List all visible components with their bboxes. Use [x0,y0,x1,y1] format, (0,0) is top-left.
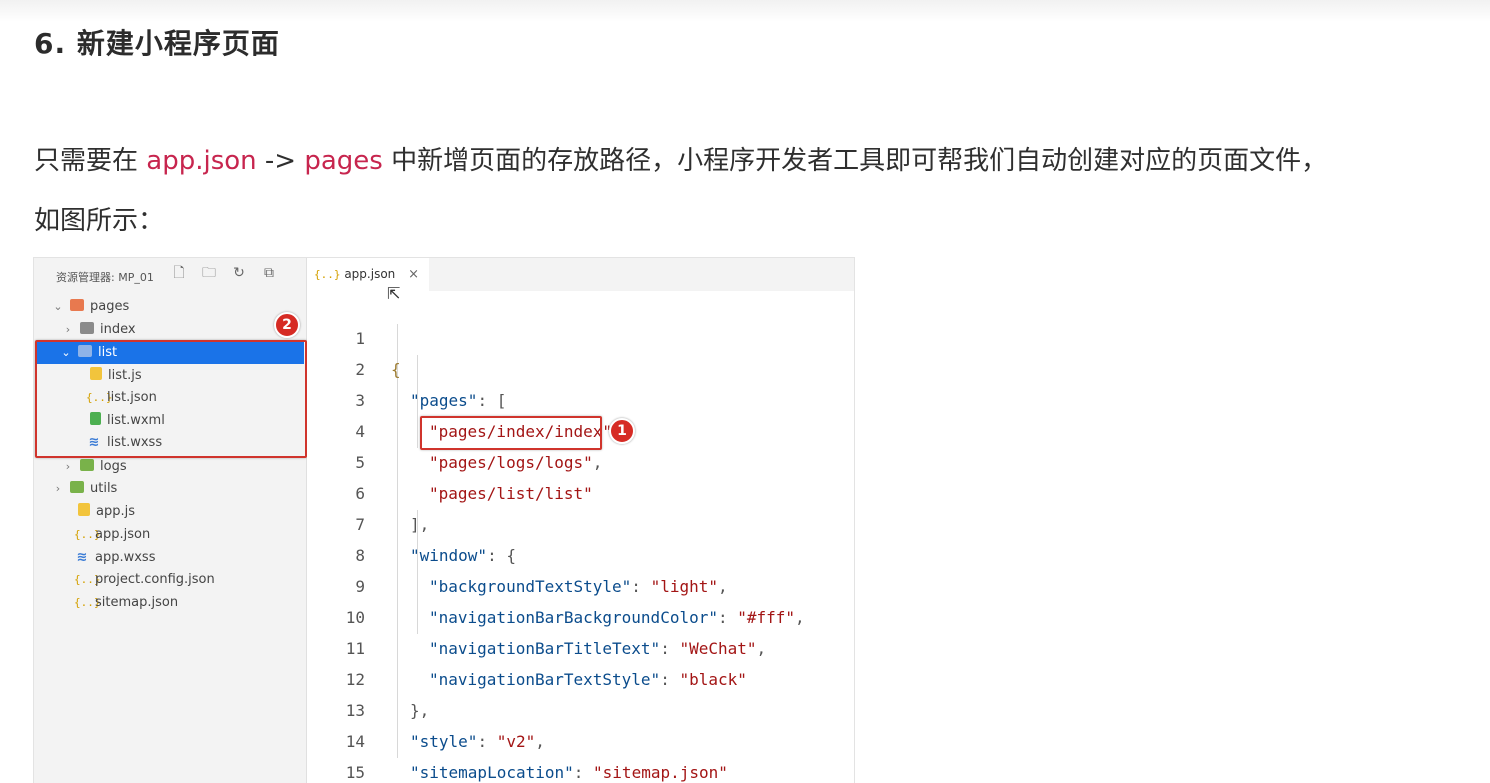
inline-code-app-json: app.json [146,146,257,176]
explorer-title: 资源管理器: MP_01 [56,271,154,284]
json-file-icon: {..} [314,268,341,281]
json-file-icon: {..} [74,528,101,541]
tree-item-label: index [100,322,136,337]
code-line: 10 "navigationBarTitleText": "WeChat", [307,571,854,658]
code-line: 13 "style": "v2", [307,664,854,751]
chevron-right-icon: › [65,323,71,336]
code-line: 7 "window": { [307,478,854,565]
code-line: 14 "sitemapLocation": "sitemap.json" [307,695,854,782]
folder-icon [70,481,84,493]
paragraph-text: 中新增页面的存放路径，小程序开发者工具即可帮我们自动创建对应的页面文件， [382,146,1328,176]
annotation-badge-2: 2 [274,312,300,338]
document-page: 6. 新建小程序页面 只需要在 app.json -> pages 中新增页面的… [0,0,1490,783]
tree-item-label: app.json [95,527,151,542]
paragraph-text: 只需要在 [34,146,147,176]
tree-item-label: project.config.json [95,572,215,587]
explorer-actions: 🗋 🗀 ↻ ⧉ [171,265,277,281]
wxss-file-icon: ≋ [76,550,88,565]
tree-folder-logs[interactable]: › logs [62,456,127,478]
tree-file-app-json[interactable]: {..}app.json [70,524,150,546]
code-line: 16 [307,757,854,783]
code-line: 1 { [307,292,854,379]
new-file-icon[interactable]: 🗋 [171,265,187,281]
code-line: 3 "pages/index/index", [307,354,854,441]
code-line: 11 "navigationBarTextStyle": "black" [307,602,854,689]
tree-item-label: app.js [96,504,135,519]
js-file-icon [78,503,90,516]
tree-item-label: logs [100,459,127,474]
json-file-icon: {..} [74,596,101,609]
annotation-box-new-page [420,416,602,450]
json-file-icon: {..} [74,573,101,586]
tree-item-label: utils [90,481,118,496]
annotation-badge-1: 1 [609,418,635,444]
tree-item-label: pages [90,299,130,314]
tree-file-sitemap-json[interactable]: {..}sitemap.json [70,592,178,614]
code-line: 4 "pages/logs/logs", [307,385,854,472]
tree-folder-utils[interactable]: › utils [52,478,117,500]
tab-label: app.json [344,267,396,281]
folder-icon [80,459,94,471]
annotation-box-list-folder [35,340,307,458]
explorer-panel: 资源管理器: MP_01 🗋 🗀 ↻ ⧉ ⌄ pages › index ⌄ list… [34,258,307,783]
refresh-icon[interactable]: ↻ [231,265,247,281]
tree-folder-pages[interactable]: ⌄ pages [52,296,129,318]
code-editor: {..} app.json × ⇱ 1 { 2 "pages": [ 3 "pa… [307,258,854,783]
inline-code-pages: pages [304,146,383,176]
code-line: 6 ], [307,447,854,534]
chevron-right-icon: › [55,482,61,495]
tree-file-app-js[interactable]: app.js [72,501,135,523]
tree-file-app-wxss[interactable]: ≋ app.wxss [70,547,156,569]
paragraph-line-1: 只需要在 app.json -> pages 中新增页面的存放路径，小程序开发者… [34,140,1327,177]
code-line: 8 "backgroundTextStyle": "light", [307,509,854,596]
folder-icon [80,322,94,334]
code-line: 12 }, [307,633,854,720]
paragraph-line-2: 如图所示： [34,206,165,236]
new-folder-icon[interactable]: 🗀 [201,265,217,281]
chevron-right-icon: › [65,460,71,473]
tree-folder-index[interactable]: › index [62,319,136,341]
tree-item-label: app.wxss [95,550,156,565]
tab-app-json[interactable]: {..} app.json × [307,258,429,291]
close-icon[interactable]: × [408,258,419,291]
tree-item-label: sitemap.json [95,595,179,610]
code-line: 2 "pages": [ [307,323,854,410]
code-line: 9 "navigationBarBackgroundColor": "#fff"… [307,540,854,627]
code-line: 15 } [307,726,854,782]
folder-icon [70,299,84,311]
paragraph-text: -> [256,146,305,176]
collapse-all-icon[interactable]: ⧉ [261,265,277,281]
ide-screenshot-figure: 资源管理器: MP_01 🗋 🗀 ↻ ⧉ ⌄ pages › index ⌄ list… [33,257,855,783]
chevron-down-icon: ⌄ [53,300,63,313]
tree-file-project-config[interactable]: {..}project.config.json [70,569,215,591]
section-heading: 6. 新建小程序页面 [34,27,280,60]
